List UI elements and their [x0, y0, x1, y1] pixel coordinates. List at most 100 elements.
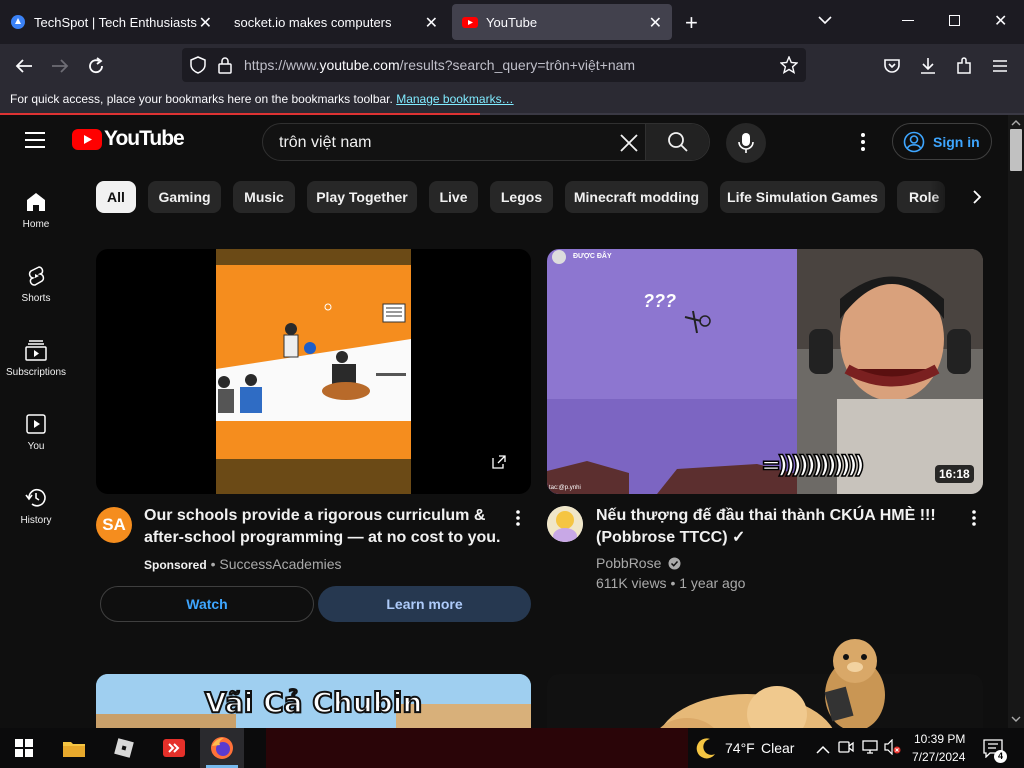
video-thumbnail-2[interactable]: Vãi Cả Chubin [96, 674, 531, 728]
sidebar-item-you[interactable]: You [0, 413, 72, 452]
minimize-icon[interactable] [902, 20, 914, 21]
ad-title[interactable]: Our schools provide a rigorous curriculu… [144, 505, 510, 549]
chip-gaming[interactable]: Gaming [148, 181, 221, 213]
search-button[interactable] [645, 124, 709, 160]
video-more-icon[interactable] [971, 509, 977, 532]
search-box[interactable]: trôn việt nam [262, 123, 710, 161]
video-thumbnail[interactable]: ĐƯỢC ĐÂY ??? =)))))))))))) tac:@p.ynhi 1… [547, 249, 983, 494]
voice-search-button[interactable] [726, 123, 766, 163]
sign-in-label: Sign in [933, 133, 980, 150]
sidebar-item-home[interactable]: Home [0, 191, 72, 230]
ad-thumbnail[interactable] [96, 249, 531, 494]
clear-search-icon[interactable] [619, 133, 639, 158]
volume-muted-icon[interactable] [884, 738, 902, 760]
tab-socketio[interactable]: socket.io makes computers ✕ [226, 4, 448, 40]
sidebar-item-subscriptions[interactable]: Subscriptions [0, 339, 72, 378]
video-thumbnail-3[interactable] [547, 674, 983, 728]
advertiser-name[interactable]: SuccessAcademies [219, 556, 341, 572]
moon-weather-icon[interactable] [694, 736, 718, 765]
view-count: 611K views [596, 575, 667, 591]
advertiser-avatar[interactable]: SA [96, 507, 132, 543]
channel-name[interactable]: PobbRose [596, 555, 661, 571]
search-input[interactable]: trôn việt nam [279, 134, 371, 152]
youtube-logo-icon [72, 128, 102, 150]
app-menu-icon[interactable] [986, 52, 1014, 80]
lock-icon[interactable] [218, 56, 232, 79]
firefox-icon[interactable] [208, 734, 236, 762]
pocket-icon[interactable] [878, 52, 906, 80]
sidebar-label: History [20, 515, 52, 526]
windows-taskbar: 74°F Clear 10:39 PM 7/27/2024 4 [0, 728, 1024, 768]
chip-life-simulation-games[interactable]: Life Simulation Games [720, 181, 885, 213]
sidebar-item-history[interactable]: History [0, 487, 72, 526]
back-icon[interactable] [10, 52, 38, 80]
network-icon[interactable] [862, 739, 880, 760]
close-tab-icon[interactable]: ✕ [649, 13, 662, 33]
sidebar-item-shorts[interactable]: Shorts [0, 265, 72, 304]
channel-row: PobbRose [596, 555, 681, 571]
youtube-logo[interactable]: YouTube [72, 127, 185, 151]
chips-fade [930, 175, 1008, 219]
weather-desc[interactable]: Clear [761, 740, 794, 756]
close-window-icon[interactable]: ✕ [994, 11, 1007, 31]
downloads-icon[interactable] [914, 52, 942, 80]
sign-in-button[interactable]: Sign in [892, 123, 992, 160]
chip-minecraft-modding[interactable]: Minecraft modding [565, 181, 708, 213]
bookmark-star-icon[interactable] [779, 55, 799, 79]
chips-next-icon[interactable] [972, 189, 982, 210]
video-duration: 16:18 [935, 465, 974, 483]
tab-title: TechSpot | Tech Enthusiasts, Po [34, 14, 198, 30]
clock-date[interactable]: 7/27/2024 [912, 750, 965, 764]
guide-menu-icon[interactable] [24, 131, 46, 154]
bookmarks-toolbar: For quick access, place your bookmarks h… [0, 86, 1024, 114]
scroll-down-icon[interactable] [1008, 713, 1024, 725]
history-icon [25, 488, 46, 507]
chip-all[interactable]: All [96, 181, 136, 213]
url-bar[interactable]: https://www.youtube.com/results?search_q… [182, 48, 806, 82]
ad-more-icon[interactable] [515, 509, 521, 532]
tab-techspot[interactable]: TechSpot | Tech Enthusiasts, Po ✕ [0, 4, 222, 40]
start-windows-icon[interactable] [10, 734, 38, 762]
sidebar-label: You [27, 441, 45, 452]
channel-avatar[interactable] [547, 506, 583, 542]
close-tab-icon[interactable]: ✕ [199, 13, 212, 33]
tracking-protection-icon[interactable] [190, 56, 206, 79]
video-title[interactable]: Nếu thượng đế đầu thai thành CKÚA HMÈ !!… [596, 505, 956, 549]
restore-icon[interactable] [949, 15, 960, 26]
search-icon [668, 132, 688, 152]
overlay-caption-top: ĐƯỢC ĐÂY [573, 253, 612, 260]
chip-legos[interactable]: Legos [490, 181, 553, 213]
chip-live[interactable]: Live [429, 181, 478, 213]
extensions-icon[interactable] [950, 52, 978, 80]
tab-youtube[interactable]: YouTube ✕ [452, 4, 672, 40]
upload-age: 1 year ago [679, 575, 746, 591]
tray-chevron-up-icon[interactable] [816, 742, 830, 760]
scrollbar-thumb[interactable] [1010, 129, 1022, 171]
learn-more-button[interactable]: Learn more [318, 586, 531, 622]
close-tab-icon[interactable]: ✕ [425, 13, 438, 33]
open-external-icon[interactable] [492, 455, 506, 469]
watch-button[interactable]: Watch [100, 586, 314, 622]
roblox-icon[interactable] [110, 734, 138, 762]
weather-temp[interactable]: 74°F [725, 740, 755, 756]
settings-more-icon[interactable] [860, 131, 866, 158]
list-all-tabs-icon[interactable] [818, 12, 832, 30]
chip-music[interactable]: Music [233, 181, 295, 213]
sidebar-label: Shorts [21, 293, 51, 304]
manage-bookmarks-link[interactable]: Manage bookmarks… [396, 92, 513, 106]
meet-now-icon[interactable] [838, 739, 854, 760]
streaming-app-icon[interactable] [160, 734, 188, 762]
scroll-up-icon[interactable] [1008, 117, 1024, 129]
reload-icon[interactable] [82, 52, 110, 80]
chip-play-together[interactable]: Play Together [307, 181, 417, 213]
file-explorer-icon[interactable] [60, 734, 88, 762]
new-tab-icon[interactable]: + [685, 10, 698, 36]
clock-time[interactable]: 10:39 PM [914, 732, 965, 746]
avatar-art [547, 506, 583, 542]
youtube-logo-text: YouTube [104, 127, 185, 150]
forward-icon[interactable] [46, 52, 74, 80]
hamster-sticker-image [820, 633, 890, 728]
taskbar-search-region[interactable] [266, 728, 688, 768]
page-scrollbar[interactable] [1008, 115, 1024, 728]
tab-title: socket.io makes computers [234, 14, 392, 30]
